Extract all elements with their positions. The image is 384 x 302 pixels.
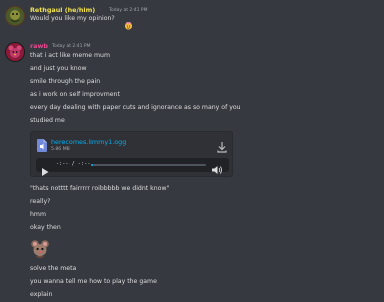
message-text: hmm — [30, 211, 46, 218]
seek-progress — [91, 164, 94, 166]
message-timestamp: Today at 2:41 PM — [109, 8, 148, 13]
avatar-rethgaul[interactable] — [5, 6, 25, 26]
message-text: as i work on self improvment — [30, 91, 120, 98]
message-text: solve the meta — [30, 265, 77, 272]
audio-player: -:-- / -:-- — [36, 158, 229, 176]
playback-time: -:-- / -:-- — [56, 161, 91, 167]
author-name[interactable]: rawb — [30, 42, 48, 50]
mouse-sticker-emoji — [30, 239, 50, 259]
volume-icon[interactable] — [212, 160, 223, 174]
file-audio-icon — [37, 137, 47, 152]
author-name[interactable]: Rethgaul (he/him) — [30, 6, 95, 14]
file-size: 5.86 MB — [51, 147, 70, 152]
message-text: Would you like my opinion? — [30, 15, 115, 22]
avatar-rawb[interactable] — [5, 42, 25, 62]
message-timestamp: Today at 2:41 PM — [52, 44, 91, 49]
play-icon[interactable] — [41, 161, 49, 176]
message-text: that i act like meme mum — [30, 52, 110, 59]
message-text: really? — [30, 198, 51, 205]
message-text: "thats notttt fairrrrr roibbbbb we didnt… — [30, 185, 170, 192]
download-icon[interactable] — [217, 138, 227, 153]
message-text: every day dealing with paper cuts and ig… — [30, 104, 241, 111]
message-text: you wanna tell me how to play the game — [30, 278, 157, 285]
chat-messages: Rethgaul (he/him) Today at 2:41 PM Would… — [0, 0, 384, 302]
message-text: studied me — [30, 117, 65, 124]
message-text: and just you know — [30, 65, 87, 72]
brain-face-emoji — [124, 15, 133, 30]
message-text: okay then — [30, 224, 61, 231]
audio-attachment: herecomes.limmy1.ogg 5.86 MB -:-- / -:-- — [30, 131, 233, 177]
seek-bar[interactable] — [91, 164, 206, 166]
message-text: smile through the pain — [30, 78, 101, 85]
file-name-link[interactable]: herecomes.limmy1.ogg — [51, 138, 126, 146]
message-text: explain — [30, 291, 53, 298]
